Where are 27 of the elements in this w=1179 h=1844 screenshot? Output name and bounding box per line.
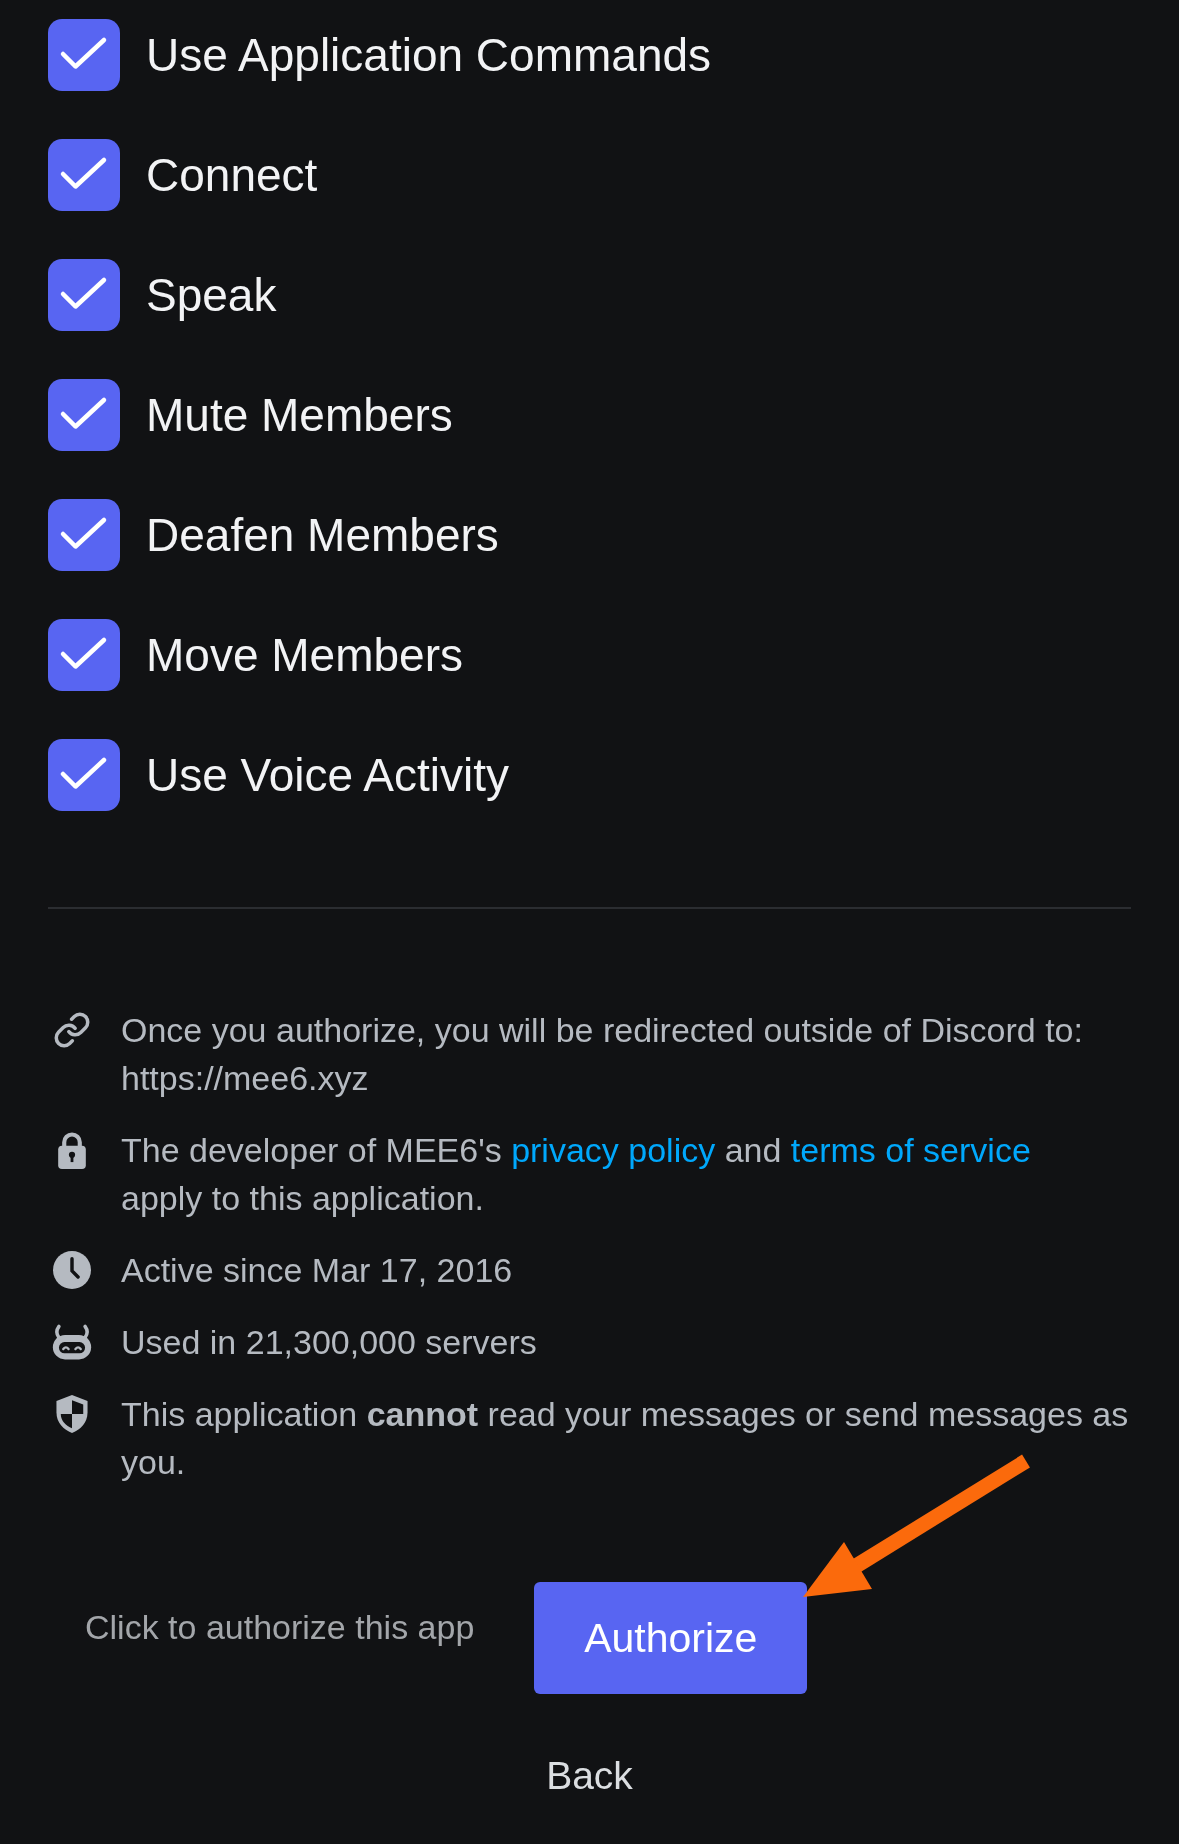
active-since-text: Active since Mar 17, 2016 (121, 1250, 513, 1291)
permission-label: Speak (146, 268, 277, 323)
back-button[interactable]: Back (534, 1752, 645, 1800)
policy-notice: The developer of MEE6's privacy policy and terms of service apply to this application. (121, 1130, 1032, 1219)
checkbox[interactable] (48, 619, 120, 691)
privacy-notice: This application cannot read your messages or send messages as you. (121, 1394, 1130, 1483)
checkbox[interactable] (48, 259, 120, 331)
checkbox[interactable] (48, 379, 120, 451)
permission-label: Use Application Commands (146, 28, 712, 83)
permission-label: Use Voice Activity (146, 748, 510, 803)
clock-icon (52, 1251, 92, 1289)
checkbox[interactable] (48, 19, 120, 91)
server-count-text: Used in 21,300,000 servers (121, 1322, 537, 1363)
link-icon (52, 1011, 92, 1049)
checkbox[interactable] (48, 499, 120, 571)
policy-link[interactable]: terms of service (790, 1131, 1031, 1169)
policy-link[interactable]: privacy policy (511, 1131, 716, 1169)
redirect-notice: Once you authorize, you will be redirected outside of Discord to: https://mee6.xyz (121, 1010, 1084, 1099)
permission-label: Connect (146, 148, 318, 203)
permission-label: Move Members (146, 628, 463, 683)
robot-icon (52, 1323, 92, 1361)
checkbox[interactable] (48, 139, 120, 211)
checkbox[interactable] (48, 739, 120, 811)
permission-label: Deafen Members (146, 508, 499, 563)
authorize-button[interactable]: Authorize (534, 1582, 808, 1694)
authorize-hint: Click to authorize this app (85, 1607, 475, 1648)
permission-label: Mute Members (146, 388, 453, 443)
